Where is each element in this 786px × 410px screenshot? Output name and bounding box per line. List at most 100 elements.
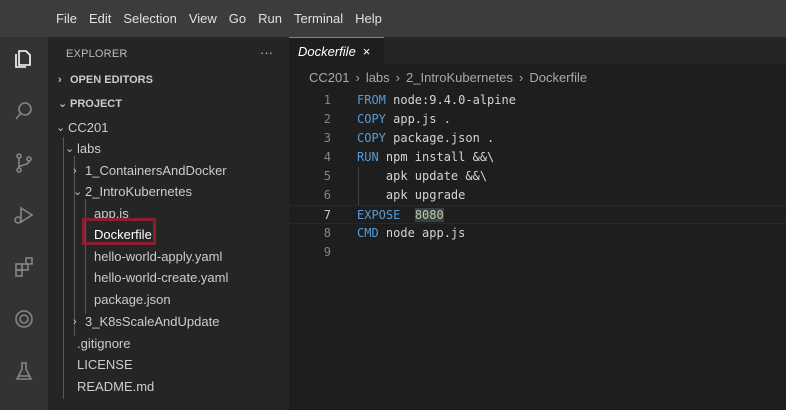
tab-dockerfile[interactable]: Dockerfile ×: [289, 37, 384, 64]
chevron-right-icon: ›: [58, 73, 62, 86]
chevron-down-icon: ⌄: [56, 122, 66, 134]
selected-file-highlight: [82, 218, 156, 245]
search-icon[interactable]: [12, 99, 36, 123]
code-line[interactable]: 8 CMD node app.js: [289, 224, 786, 243]
keyword: COPY: [357, 112, 386, 126]
keyword: FROM: [357, 93, 386, 107]
keyword: COPY: [357, 131, 386, 145]
tree-item-2-introkubernetes[interactable]: ⌄ 2_IntroKubernetes: [48, 181, 289, 202]
menu-selection[interactable]: Selection: [117, 11, 182, 26]
more-actions-icon[interactable]: ···: [260, 45, 273, 60]
tree-item-label: 2_IntroKubernetes: [85, 184, 192, 199]
tree-item-label: LICENSE: [77, 357, 133, 372]
port-value: 8080: [414, 208, 444, 222]
chevron-down-icon: ⌄: [65, 143, 75, 155]
code-line[interactable]: 1 FROM node:9.4.0-alpine: [289, 91, 786, 110]
menu-go[interactable]: Go: [223, 11, 252, 26]
source-control-icon[interactable]: [12, 151, 36, 175]
code-text: apk upgrade: [357, 188, 466, 202]
activity-bar: [0, 37, 48, 410]
explorer-icon[interactable]: [12, 47, 36, 71]
breadcrumb: CC201 › labs › 2_IntroKubernetes › Docke…: [309, 70, 587, 85]
project-section[interactable]: ⌄ PROJECT: [48, 93, 289, 114]
code-line[interactable]: 6 apk upgrade: [289, 186, 786, 205]
line-number: 4: [323, 150, 331, 164]
keyword: RUN: [357, 150, 379, 164]
breadcrumb-item[interactable]: 2_IntroKubernetes: [406, 70, 513, 85]
tree-item-label: .gitignore: [77, 336, 131, 351]
explorer-sidebar: EXPLORER ··· › OPEN EDITORS ⌄ PROJECT ⌄ …: [48, 37, 289, 410]
code-text: node app.js: [378, 226, 466, 240]
menu-terminal[interactable]: Terminal: [288, 11, 349, 26]
extensions-icon[interactable]: [12, 255, 36, 279]
menu-edit[interactable]: Edit: [83, 11, 117, 26]
menu-items: File Edit Selection View Go Run Terminal…: [52, 11, 388, 26]
code-line[interactable]: 2 COPY app.js .: [289, 110, 786, 129]
chevron-right-icon: ›: [73, 164, 77, 177]
chevron-down-icon: ⌄: [58, 98, 68, 110]
code-line[interactable]: 5 apk update &&\: [289, 167, 786, 186]
tree-item-labs[interactable]: ⌄ labs: [48, 138, 289, 159]
testing-icon[interactable]: [12, 359, 36, 383]
tree-item-label: README.md: [77, 379, 155, 394]
chevron-down-icon: ⌄: [73, 186, 83, 198]
tree-item-label: 3_K8sScaleAndUpdate: [85, 314, 220, 329]
chevron-right-icon: ›: [73, 315, 77, 328]
code-text: app.js .: [385, 112, 451, 126]
line-number: 7: [323, 208, 331, 222]
open-editors-label: OPEN EDITORS: [70, 73, 153, 86]
tree-item-label: hello-world-create.yaml: [94, 270, 229, 285]
menu-file[interactable]: File: [52, 11, 83, 26]
close-icon[interactable]: ×: [363, 44, 371, 59]
code-text: apk update &&\: [357, 169, 488, 183]
editor-area: Dockerfile × CC201 › labs › 2_IntroKuber…: [289, 37, 786, 410]
code-line-active[interactable]: 7 EXPOSE 8080: [289, 205, 786, 224]
line-number: 2: [323, 112, 331, 126]
line-number: 6: [323, 188, 331, 202]
keyword: EXPOSE: [357, 208, 401, 222]
line-number: 3: [323, 131, 331, 145]
tab-bar: Dockerfile ×: [289, 37, 786, 64]
tree-item-label: package.json: [94, 292, 171, 307]
remote-icon[interactable]: [12, 307, 36, 331]
tree-item-hello-world-create[interactable]: hello-world-create.yaml: [48, 267, 289, 288]
code-text: package.json .: [385, 131, 495, 145]
line-number: 1: [323, 93, 331, 107]
menu-run[interactable]: Run: [252, 11, 288, 26]
tree-item-1-containers[interactable]: › 1_ContainersAndDocker: [48, 160, 289, 181]
tree-item-label: 1_ContainersAndDocker: [85, 163, 227, 178]
tree-item-label: CC201: [68, 120, 109, 135]
tree-item-label: labs: [77, 141, 101, 156]
tree-item-3-k8sscale[interactable]: › 3_K8sScaleAndUpdate: [48, 311, 289, 332]
tab-label: Dockerfile: [298, 43, 356, 59]
tree-item-hello-world-apply[interactable]: hello-world-apply.yaml: [48, 246, 289, 267]
tree-item-readme[interactable]: README.md: [48, 376, 289, 397]
menu-help[interactable]: Help: [349, 11, 388, 26]
breadcrumb-item[interactable]: CC201: [309, 70, 349, 85]
line-number: 5: [323, 169, 331, 183]
chevron-right-icon: ›: [395, 70, 401, 85]
tree-item-gitignore[interactable]: .gitignore: [48, 333, 289, 354]
explorer-header: EXPLORER: [66, 48, 128, 60]
breadcrumb-item[interactable]: Dockerfile: [529, 70, 587, 85]
keyword: CMD: [357, 226, 379, 240]
code-line[interactable]: 9: [289, 243, 786, 262]
code-text: node:9.4.0-alpine: [385, 93, 516, 107]
tree-item-license[interactable]: LICENSE: [48, 354, 289, 375]
tree-item-label: hello-world-apply.yaml: [94, 249, 223, 264]
run-debug-icon[interactable]: [12, 203, 36, 227]
open-editors-section[interactable]: › OPEN EDITORS: [48, 69, 289, 90]
menu-view[interactable]: View: [183, 11, 223, 26]
breadcrumb-item[interactable]: labs: [366, 70, 390, 85]
project-label: PROJECT: [70, 97, 122, 110]
tree-item-package-json[interactable]: package.json: [48, 289, 289, 310]
chevron-right-icon: ›: [355, 70, 360, 85]
menu-bar: File Edit Selection View Go Run Terminal…: [0, 0, 786, 37]
chevron-right-icon: ›: [518, 70, 524, 85]
tree-item-cc201[interactable]: ⌄ CC201: [48, 117, 289, 138]
code-line[interactable]: 4 RUN npm install &&\: [289, 148, 786, 167]
line-number: 8: [323, 226, 331, 240]
code-text: npm install &&\: [378, 150, 495, 164]
line-number: 9: [323, 245, 331, 259]
code-line[interactable]: 3 COPY package.json .: [289, 129, 786, 148]
